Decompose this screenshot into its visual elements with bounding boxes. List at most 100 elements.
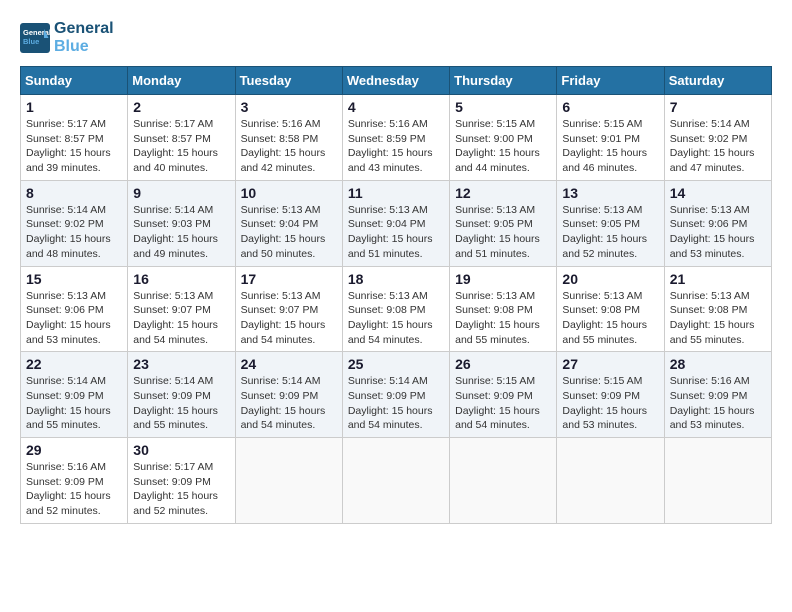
day-info: Sunrise: 5:15 AMSunset: 9:09 PMDaylight:…	[455, 374, 551, 433]
calendar-cell: 10 Sunrise: 5:13 AMSunset: 9:04 PMDaylig…	[235, 180, 342, 266]
col-saturday: Saturday	[664, 67, 771, 95]
day-number: 27	[562, 356, 658, 372]
calendar-cell: 17 Sunrise: 5:13 AMSunset: 9:07 PMDaylig…	[235, 266, 342, 352]
calendar-cell: 3 Sunrise: 5:16 AMSunset: 8:58 PMDayligh…	[235, 95, 342, 181]
day-number: 23	[133, 356, 229, 372]
calendar-cell: 11 Sunrise: 5:13 AMSunset: 9:04 PMDaylig…	[342, 180, 449, 266]
day-info: Sunrise: 5:14 AMSunset: 9:03 PMDaylight:…	[133, 203, 229, 262]
col-monday: Monday	[128, 67, 235, 95]
day-number: 1	[26, 99, 122, 115]
logo-general: General	[54, 20, 114, 38]
day-number: 2	[133, 99, 229, 115]
day-info: Sunrise: 5:17 AMSunset: 8:57 PMDaylight:…	[26, 117, 122, 176]
day-info: Sunrise: 5:13 AMSunset: 9:08 PMDaylight:…	[562, 289, 658, 348]
calendar-table: Sunday Monday Tuesday Wednesday Thursday…	[20, 66, 772, 524]
day-info: Sunrise: 5:14 AMSunset: 9:09 PMDaylight:…	[348, 374, 444, 433]
day-number: 8	[26, 185, 122, 201]
svg-text:Blue: Blue	[23, 37, 39, 46]
day-info: Sunrise: 5:17 AMSunset: 9:09 PMDaylight:…	[133, 460, 229, 519]
calendar-cell: 25 Sunrise: 5:14 AMSunset: 9:09 PMDaylig…	[342, 352, 449, 438]
day-info: Sunrise: 5:14 AMSunset: 9:02 PMDaylight:…	[26, 203, 122, 262]
day-info: Sunrise: 5:14 AMSunset: 9:09 PMDaylight:…	[133, 374, 229, 433]
day-number: 20	[562, 271, 658, 287]
calendar-cell: 23 Sunrise: 5:14 AMSunset: 9:09 PMDaylig…	[128, 352, 235, 438]
col-sunday: Sunday	[21, 67, 128, 95]
day-number: 18	[348, 271, 444, 287]
calendar-cell: 1 Sunrise: 5:17 AMSunset: 8:57 PMDayligh…	[21, 95, 128, 181]
day-number: 9	[133, 185, 229, 201]
calendar-cell: 5 Sunrise: 5:15 AMSunset: 9:00 PMDayligh…	[450, 95, 557, 181]
calendar-cell: 28 Sunrise: 5:16 AMSunset: 9:09 PMDaylig…	[664, 352, 771, 438]
calendar-cell: 19 Sunrise: 5:13 AMSunset: 9:08 PMDaylig…	[450, 266, 557, 352]
day-number: 13	[562, 185, 658, 201]
day-number: 19	[455, 271, 551, 287]
day-info: Sunrise: 5:13 AMSunset: 9:08 PMDaylight:…	[455, 289, 551, 348]
day-number: 26	[455, 356, 551, 372]
col-wednesday: Wednesday	[342, 67, 449, 95]
day-number: 10	[241, 185, 337, 201]
calendar-cell: 27 Sunrise: 5:15 AMSunset: 9:09 PMDaylig…	[557, 352, 664, 438]
day-number: 15	[26, 271, 122, 287]
day-info: Sunrise: 5:14 AMSunset: 9:02 PMDaylight:…	[670, 117, 766, 176]
calendar-cell: 15 Sunrise: 5:13 AMSunset: 9:06 PMDaylig…	[21, 266, 128, 352]
day-info: Sunrise: 5:13 AMSunset: 9:07 PMDaylight:…	[133, 289, 229, 348]
day-info: Sunrise: 5:15 AMSunset: 9:01 PMDaylight:…	[562, 117, 658, 176]
day-info: Sunrise: 5:14 AMSunset: 9:09 PMDaylight:…	[241, 374, 337, 433]
day-number: 17	[241, 271, 337, 287]
calendar-cell: 20 Sunrise: 5:13 AMSunset: 9:08 PMDaylig…	[557, 266, 664, 352]
calendar-cell	[664, 438, 771, 524]
calendar-cell: 22 Sunrise: 5:14 AMSunset: 9:09 PMDaylig…	[21, 352, 128, 438]
calendar-cell	[342, 438, 449, 524]
day-number: 3	[241, 99, 337, 115]
calendar-cell: 16 Sunrise: 5:13 AMSunset: 9:07 PMDaylig…	[128, 266, 235, 352]
day-number: 14	[670, 185, 766, 201]
day-number: 22	[26, 356, 122, 372]
day-info: Sunrise: 5:14 AMSunset: 9:09 PMDaylight:…	[26, 374, 122, 433]
calendar-cell: 26 Sunrise: 5:15 AMSunset: 9:09 PMDaylig…	[450, 352, 557, 438]
day-number: 21	[670, 271, 766, 287]
day-number: 28	[670, 356, 766, 372]
col-thursday: Thursday	[450, 67, 557, 95]
calendar-cell: 30 Sunrise: 5:17 AMSunset: 9:09 PMDaylig…	[128, 438, 235, 524]
day-number: 5	[455, 99, 551, 115]
calendar-cell: 18 Sunrise: 5:13 AMSunset: 9:08 PMDaylig…	[342, 266, 449, 352]
logo: General Blue General Blue	[20, 20, 114, 56]
day-info: Sunrise: 5:13 AMSunset: 9:04 PMDaylight:…	[241, 203, 337, 262]
calendar-cell: 12 Sunrise: 5:13 AMSunset: 9:05 PMDaylig…	[450, 180, 557, 266]
calendar-cell: 24 Sunrise: 5:14 AMSunset: 9:09 PMDaylig…	[235, 352, 342, 438]
calendar-cell: 4 Sunrise: 5:16 AMSunset: 8:59 PMDayligh…	[342, 95, 449, 181]
calendar-cell: 13 Sunrise: 5:13 AMSunset: 9:05 PMDaylig…	[557, 180, 664, 266]
day-number: 24	[241, 356, 337, 372]
day-info: Sunrise: 5:15 AMSunset: 9:09 PMDaylight:…	[562, 374, 658, 433]
calendar-cell: 2 Sunrise: 5:17 AMSunset: 8:57 PMDayligh…	[128, 95, 235, 181]
calendar-cell: 8 Sunrise: 5:14 AMSunset: 9:02 PMDayligh…	[21, 180, 128, 266]
day-number: 16	[133, 271, 229, 287]
day-number: 6	[562, 99, 658, 115]
day-info: Sunrise: 5:16 AMSunset: 9:09 PMDaylight:…	[670, 374, 766, 433]
page-header: General Blue General Blue	[20, 20, 772, 56]
day-info: Sunrise: 5:13 AMSunset: 9:05 PMDaylight:…	[455, 203, 551, 262]
day-number: 4	[348, 99, 444, 115]
day-info: Sunrise: 5:13 AMSunset: 9:06 PMDaylight:…	[670, 203, 766, 262]
calendar-cell	[557, 438, 664, 524]
calendar-cell: 6 Sunrise: 5:15 AMSunset: 9:01 PMDayligh…	[557, 95, 664, 181]
day-number: 25	[348, 356, 444, 372]
day-info: Sunrise: 5:17 AMSunset: 8:57 PMDaylight:…	[133, 117, 229, 176]
calendar-cell: 7 Sunrise: 5:14 AMSunset: 9:02 PMDayligh…	[664, 95, 771, 181]
day-info: Sunrise: 5:16 AMSunset: 8:58 PMDaylight:…	[241, 117, 337, 176]
calendar-cell: 21 Sunrise: 5:13 AMSunset: 9:08 PMDaylig…	[664, 266, 771, 352]
day-info: Sunrise: 5:13 AMSunset: 9:05 PMDaylight:…	[562, 203, 658, 262]
day-number: 12	[455, 185, 551, 201]
col-tuesday: Tuesday	[235, 67, 342, 95]
day-info: Sunrise: 5:13 AMSunset: 9:06 PMDaylight:…	[26, 289, 122, 348]
day-info: Sunrise: 5:16 AMSunset: 9:09 PMDaylight:…	[26, 460, 122, 519]
day-number: 29	[26, 442, 122, 458]
col-friday: Friday	[557, 67, 664, 95]
calendar-cell: 14 Sunrise: 5:13 AMSunset: 9:06 PMDaylig…	[664, 180, 771, 266]
calendar-cell: 9 Sunrise: 5:14 AMSunset: 9:03 PMDayligh…	[128, 180, 235, 266]
day-info: Sunrise: 5:13 AMSunset: 9:07 PMDaylight:…	[241, 289, 337, 348]
day-number: 7	[670, 99, 766, 115]
day-info: Sunrise: 5:13 AMSunset: 9:04 PMDaylight:…	[348, 203, 444, 262]
day-info: Sunrise: 5:16 AMSunset: 8:59 PMDaylight:…	[348, 117, 444, 176]
calendar-cell	[235, 438, 342, 524]
